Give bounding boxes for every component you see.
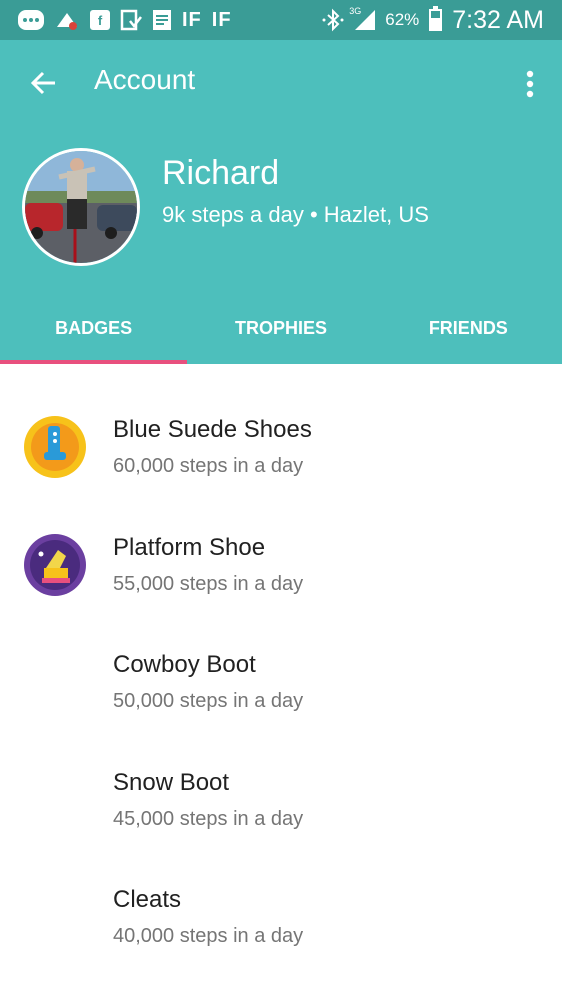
- badge-list: Blue Suede Shoes 60,000 steps in a day P…: [0, 364, 562, 952]
- profile-section: Richard 9k steps a day • Hazlet, US: [0, 148, 562, 278]
- facebook-icon: f: [90, 8, 110, 32]
- avatar[interactable]: [22, 148, 140, 266]
- sync-icon: [54, 8, 80, 32]
- battery-icon: [429, 6, 443, 32]
- ifttt-icon: IF: [211, 8, 232, 31]
- badge-item-platform-shoe[interactable]: Platform Shoe 55,000 steps in a day: [0, 482, 562, 600]
- badge-title: Blue Suede Shoes: [113, 416, 312, 443]
- battery-percent: 62%: [385, 10, 420, 29]
- badge-item-cleats[interactable]: Cleats 40,000 steps in a day: [0, 834, 562, 952]
- message-icon: [18, 8, 44, 32]
- tab-friends[interactable]: FRIENDS: [375, 292, 562, 364]
- network-type: 3G: [349, 6, 362, 16]
- more-vert-icon: [526, 70, 534, 98]
- bluetooth-icon: [321, 8, 345, 32]
- badge-subtitle: 45,000 steps in a day: [113, 807, 304, 830]
- back-button[interactable]: [20, 62, 68, 104]
- badge-title: Snow Boot: [113, 768, 230, 796]
- document-icon: [152, 8, 172, 32]
- badge-item-cowboy-boot[interactable]: Cowboy Boot 50,000 steps in a day: [0, 599, 562, 717]
- badge-subtitle: 60,000 steps in a day: [113, 455, 304, 477]
- status-bar-notifications: f IF IF: [18, 8, 232, 32]
- tab-trophies[interactable]: TROPHIES: [187, 292, 374, 364]
- badge-subtitle: 40,000 steps in a day: [113, 925, 304, 947]
- page-title: Account: [94, 64, 196, 95]
- profile-description: 9k steps a day • Hazlet, US: [162, 202, 429, 227]
- badge-title: Cleats: [113, 886, 182, 913]
- app-bar: Account: [0, 40, 562, 126]
- platform-shoe-badge-icon: [24, 533, 86, 596]
- badge-title: Platform Shoe: [113, 533, 266, 561]
- profile-photo: [25, 151, 137, 263]
- tab-badges[interactable]: BADGES: [0, 292, 188, 364]
- badge-subtitle: 55,000 steps in a day: [113, 572, 304, 595]
- status-bar-system: 3G 62% 7:32 AM: [321, 5, 544, 35]
- badge-subtitle: 50,000 steps in a day: [113, 690, 304, 712]
- badge-item-snow-boot[interactable]: Snow Boot 45,000 steps in a day: [0, 717, 562, 835]
- arrow-back-icon: [31, 71, 55, 95]
- profile-tabs: BADGES TROPHIES FRIENDS: [0, 292, 562, 364]
- badge-item-blue-suede-shoes[interactable]: Blue Suede Shoes 60,000 steps in a day: [0, 364, 562, 482]
- badge-title: Cowboy Boot: [113, 651, 256, 678]
- clock: 7:32 AM: [452, 5, 544, 34]
- blue-suede-shoes-badge-icon: [24, 416, 86, 478]
- account-header: Account Richard 9k steps a day • Hazlet,…: [0, 40, 562, 364]
- profile-name: Richard: [162, 154, 280, 192]
- ifttt-icon: IF: [182, 8, 202, 31]
- overflow-menu-button[interactable]: [518, 64, 542, 104]
- status-bar: f IF IF 3G 62% 7:32 AM: [0, 0, 562, 40]
- signal-icon: 3G: [349, 6, 376, 32]
- download-icon: [120, 8, 142, 32]
